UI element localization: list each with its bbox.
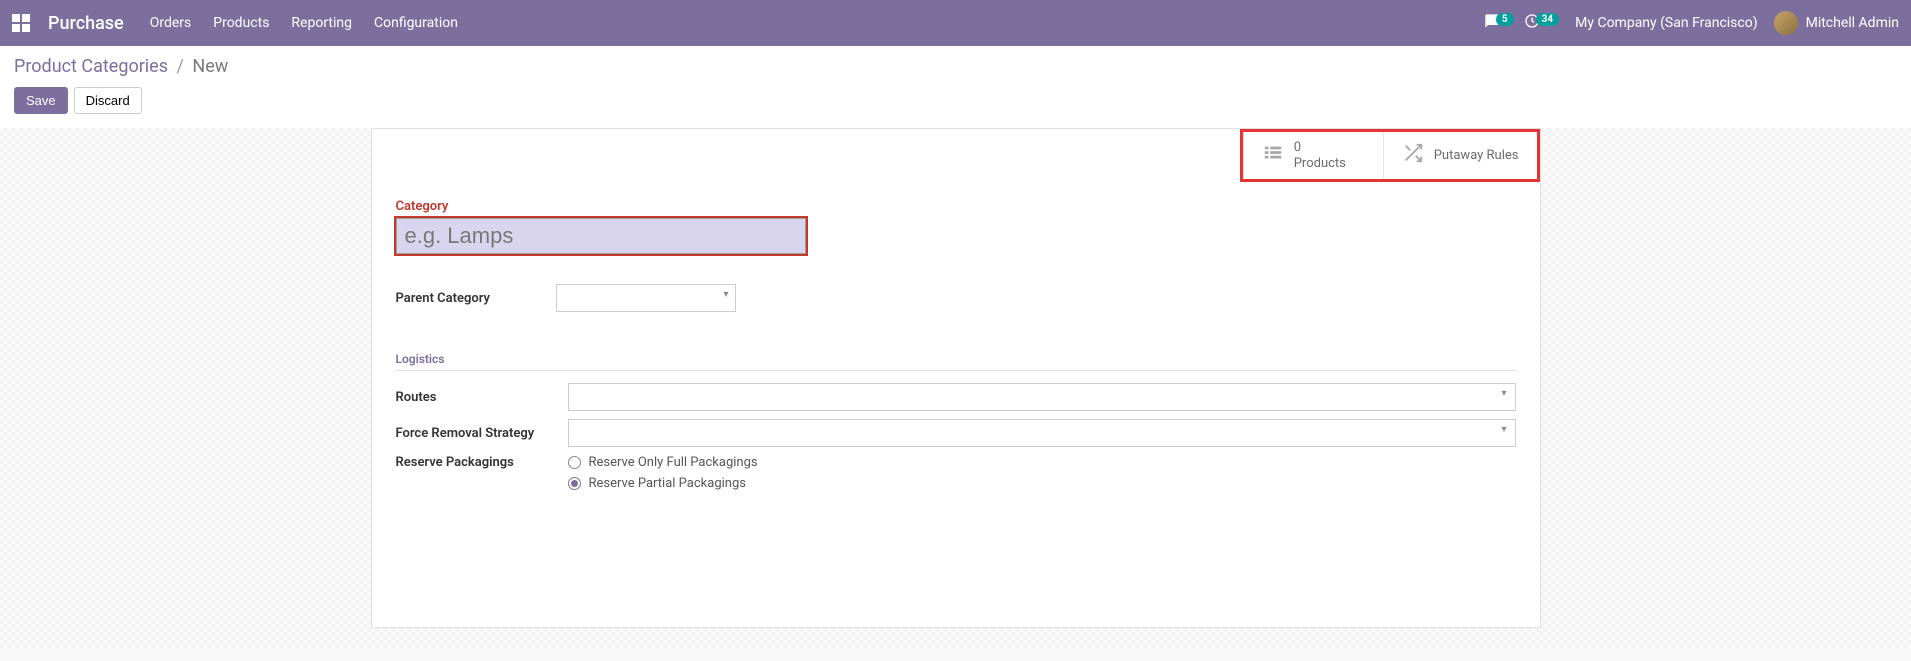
products-label: Products [1294,156,1346,172]
routes-row: Routes [396,383,1516,411]
force-removal-select[interactable] [568,419,1516,447]
messages-count: 5 [1496,13,1514,26]
putaway-label: Putaway Rules [1434,148,1519,164]
user-name: Mitchell Admin [1806,15,1899,31]
breadcrumb-sep: / [177,56,184,77]
nav-orders[interactable]: Orders [150,15,192,31]
breadcrumb: Product Categories / New [14,56,1897,77]
logistics-section-title: Logistics [396,352,1516,366]
nav-configuration[interactable]: Configuration [374,15,458,31]
category-label: Category [396,199,1516,214]
category-block: Category [396,199,1516,254]
form-sheet: 0 Products Putaway Rules Category Parent… [371,128,1541,628]
products-smart-button[interactable]: 0 Products [1243,132,1383,179]
radio-icon [568,456,581,469]
avatar [1774,11,1798,35]
section-divider [396,370,1516,371]
reserve-packagings-label: Reserve Packagings [396,455,568,470]
products-smart-text: 0 Products [1294,140,1346,171]
apps-icon[interactable] [12,14,30,32]
routes-select[interactable] [568,383,1516,411]
reserve-partial-radio[interactable]: Reserve Partial Packagings [568,476,758,491]
reserve-packagings-row: Reserve Packagings Reserve Only Full Pac… [396,455,1516,491]
content-wrap: 0 Products Putaway Rules Category Parent… [0,128,1911,648]
reserve-full-label: Reserve Only Full Packagings [589,455,758,470]
nav-products[interactable]: Products [213,15,269,31]
activities-badge[interactable]: 34 [1524,13,1559,33]
nav-reporting[interactable]: Reporting [291,15,352,31]
shuffle-icon [1402,142,1424,169]
topbar: Purchase Orders Products Reporting Confi… [0,0,1911,46]
products-count: 0 [1294,140,1346,156]
force-removal-label: Force Removal Strategy [396,426,568,441]
company-selector[interactable]: My Company (San Francisco) [1575,15,1757,31]
parent-category-row: Parent Category [396,284,1516,312]
putaway-smart-button[interactable]: Putaway Rules [1383,132,1537,179]
list-icon [1262,142,1284,169]
force-removal-row: Force Removal Strategy [396,419,1516,447]
routes-label: Routes [396,390,568,405]
badge-group: 5 34 [1484,13,1559,33]
smart-buttons: 0 Products Putaway Rules [1240,129,1540,182]
action-buttons: Save Discard [14,87,1897,114]
reserve-partial-label: Reserve Partial Packagings [589,476,746,491]
app-name[interactable]: Purchase [48,13,124,34]
reserve-radio-group: Reserve Only Full Packagings Reserve Par… [568,455,758,491]
breadcrumb-current: New [192,56,228,77]
form-body: Category Parent Category Logistics Route… [372,129,1540,515]
user-menu[interactable]: Mitchell Admin [1774,11,1899,35]
parent-category-label: Parent Category [396,291,556,306]
save-button[interactable]: Save [14,87,68,114]
activities-count: 34 [1536,13,1559,26]
messages-badge[interactable]: 5 [1484,13,1514,33]
reserve-full-radio[interactable]: Reserve Only Full Packagings [568,455,758,470]
radio-icon [568,477,581,490]
breadcrumb-area: Product Categories / New Save Discard [0,46,1911,128]
discard-button[interactable]: Discard [74,87,142,114]
category-input[interactable] [396,218,806,254]
putaway-smart-text: Putaway Rules [1434,148,1519,164]
breadcrumb-parent[interactable]: Product Categories [14,56,168,77]
topbar-right: 5 34 My Company (San Francisco) Mitchell… [1484,11,1899,35]
parent-category-select[interactable] [556,284,736,312]
nav-menu: Orders Products Reporting Configuration [150,15,458,31]
topbar-left: Purchase Orders Products Reporting Confi… [12,13,458,34]
